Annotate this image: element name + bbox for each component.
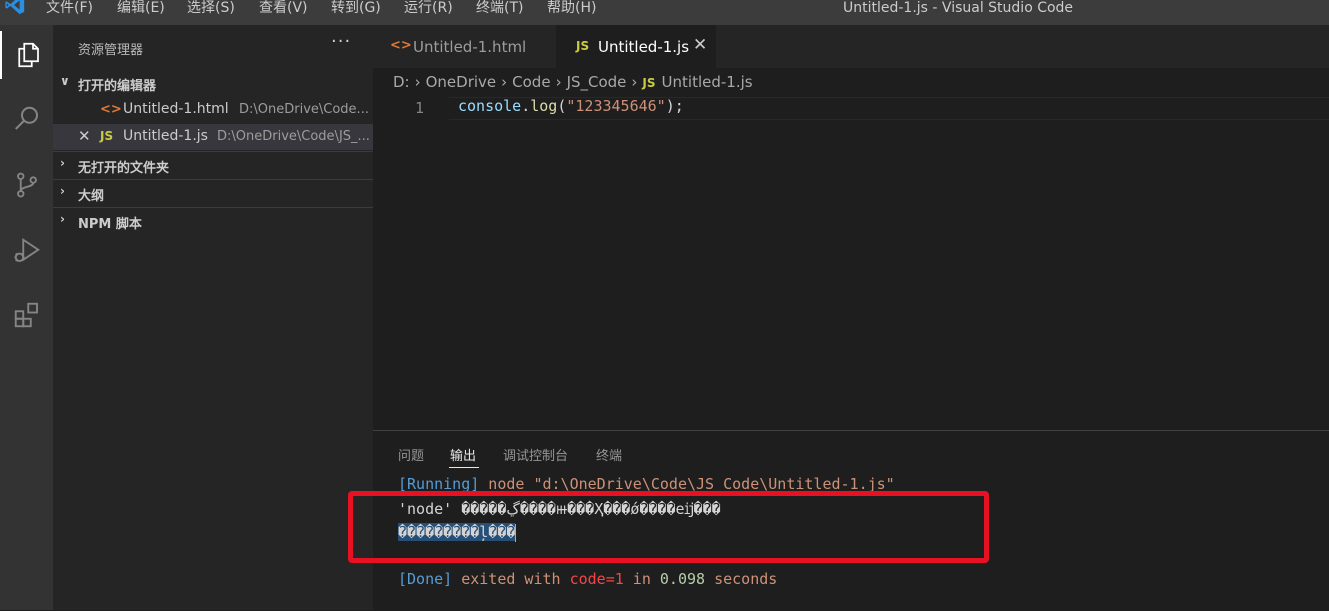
chevron-right-icon: › xyxy=(60,212,65,226)
tab-debug-console[interactable]: 调试控制台 xyxy=(503,445,568,464)
breadcrumb-onedrive[interactable]: OneDrive xyxy=(426,73,497,91)
menu-terminal[interactable]: 终端(T) xyxy=(476,0,523,16)
search-icon[interactable] xyxy=(0,95,53,143)
done-tag: [Done] xyxy=(398,570,453,588)
explorer-title: 资源管理器 xyxy=(78,43,144,58)
title-bar: 文件(F) 编辑(E) 选择(S) 查看(V) 转到(G) 运行(R) 终端(T… xyxy=(0,0,1329,25)
elapsed-time: 0.098 xyxy=(659,570,706,588)
open-editors-header[interactable]: ∨ 打开的编辑器 xyxy=(53,70,373,96)
more-actions-icon[interactable]: ··· xyxy=(331,31,351,52)
active-tab-indicator xyxy=(449,467,479,468)
vscode-logo-icon xyxy=(5,0,25,15)
code-line[interactable]: console.log("123345646"); xyxy=(458,97,684,115)
open-editor-name: Untitled-1.js xyxy=(123,128,208,144)
open-editor-item-html[interactable]: <> Untitled-1.html D:\OneDrive\Code... xyxy=(53,97,373,123)
breadcrumb-drive[interactable]: D: xyxy=(393,73,410,91)
tab-output[interactable]: 输出 xyxy=(450,445,476,464)
output-done-line: [Done] exited with code=1 in 0.098 secon… xyxy=(398,570,777,588)
chevron-right-icon: › xyxy=(60,156,65,170)
tab-label: Untitled-1.html xyxy=(413,38,527,56)
exit-code: code=1 xyxy=(569,570,624,588)
explorer-icon[interactable] xyxy=(0,31,53,79)
menu-go[interactable]: 转到(G) xyxy=(331,0,381,16)
tab-untitled-html[interactable]: <> Untitled-1.html xyxy=(373,25,555,68)
extensions-icon[interactable] xyxy=(0,291,53,339)
open-editor-path: D:\OneDrive\Code\JS_... xyxy=(217,129,370,144)
open-editor-path: D:\OneDrive\Code... xyxy=(239,102,369,117)
code-token-string: "123345646" xyxy=(566,97,666,115)
npm-scripts-label: NPM 脚本 xyxy=(78,217,142,232)
editor-tab-bar: <> Untitled-1.html JS Untitled-1.js ✕ xyxy=(373,25,1329,68)
activity-bar xyxy=(0,25,53,610)
close-icon[interactable]: ✕ xyxy=(78,127,91,145)
open-editor-name: Untitled-1.html xyxy=(123,101,229,117)
outline-label: 大纲 xyxy=(78,189,105,204)
close-icon[interactable]: ✕ xyxy=(693,35,707,55)
tab-untitled-js[interactable]: JS Untitled-1.js ✕ xyxy=(556,25,716,68)
tab-terminal[interactable]: 终端 xyxy=(596,445,622,464)
js-file-icon: JS xyxy=(642,76,656,90)
source-control-icon[interactable] xyxy=(0,161,53,209)
code-token-dot: . xyxy=(521,97,531,115)
menu-edit[interactable]: 编辑(E) xyxy=(117,0,165,16)
breadcrumb: D: › OneDrive › Code › JS_Code › JS Untitled-1.js xyxy=(393,73,753,91)
html-file-icon: <> xyxy=(100,102,122,117)
breadcrumb-code[interactable]: Code xyxy=(512,73,550,91)
breadcrumb-separator: › xyxy=(501,73,508,91)
breadcrumb-separator: › xyxy=(555,73,562,91)
line-number: 1 xyxy=(415,99,425,117)
breadcrumb-separator: › xyxy=(631,73,638,91)
outline-header[interactable]: › 大纲 xyxy=(53,180,373,206)
window-title: Untitled-1.js - Visual Studio Code xyxy=(843,0,1074,16)
npm-scripts-header[interactable]: › NPM 脚本 xyxy=(53,208,373,234)
chevron-down-icon: ∨ xyxy=(60,74,70,88)
explorer-sidebar: 资源管理器 ··· ∨ 打开的编辑器 <> Untitled-1.html D:… xyxy=(53,25,373,610)
no-folder-header[interactable]: › 无打开的文件夹 xyxy=(53,152,373,178)
open-editors-label: 打开的编辑器 xyxy=(78,79,157,94)
run-debug-icon[interactable] xyxy=(0,227,53,275)
menu-view[interactable]: 查看(V) xyxy=(259,0,308,16)
menu-selection[interactable]: 选择(S) xyxy=(187,0,235,16)
menu-help[interactable]: 帮助(H) xyxy=(547,0,596,16)
breadcrumb-jscode[interactable]: JS_Code xyxy=(567,73,627,91)
code-token-paren-close: ); xyxy=(665,97,684,115)
done-seconds: seconds xyxy=(705,570,778,588)
breadcrumb-separator: › xyxy=(414,73,421,91)
no-folder-label: 无打开的文件夹 xyxy=(78,161,170,176)
chevron-right-icon: › xyxy=(60,184,65,198)
tab-label: Untitled-1.js xyxy=(598,38,690,56)
menu-file[interactable]: 文件(F) xyxy=(46,0,93,16)
done-exited: exited with xyxy=(452,570,570,588)
js-file-icon: JS xyxy=(576,39,590,53)
done-in: in xyxy=(623,570,660,588)
code-token-object: console xyxy=(458,97,522,115)
html-file-icon: <> xyxy=(390,38,412,53)
code-token-function: log xyxy=(530,97,558,115)
open-editor-item-js[interactable]: ✕ JS Untitled-1.js D:\OneDrive\Code\JS_.… xyxy=(53,124,373,150)
breadcrumb-file[interactable]: Untitled-1.js xyxy=(662,73,753,91)
tab-problems[interactable]: 问题 xyxy=(398,445,424,464)
menu-run[interactable]: 运行(R) xyxy=(404,0,453,16)
js-file-icon: JS xyxy=(100,129,114,143)
annotation-highlight-box xyxy=(348,491,989,563)
